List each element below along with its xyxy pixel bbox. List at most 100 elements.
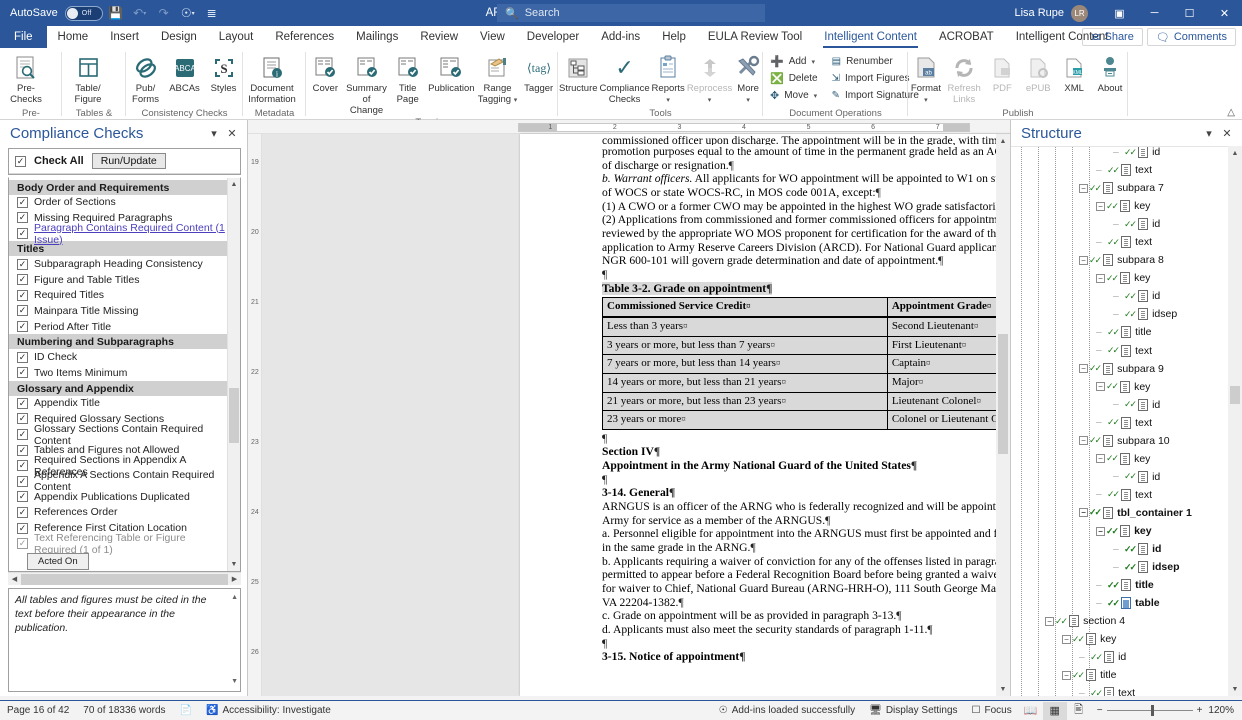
tree-node-key[interactable]: − ✓✓ key (1011, 378, 1228, 396)
check-subparagraph-heading-consistency[interactable]: ✓ Subparagraph Heading Consistency (9, 256, 227, 272)
collapse-icon[interactable]: − (1096, 201, 1105, 211)
checkbox[interactable]: ✓ (17, 538, 28, 550)
tree-node-id[interactable]: ─ ✓✓ id (1011, 648, 1228, 666)
summary-of-change-button[interactable]: Summary of Change (345, 51, 389, 116)
checkbox[interactable]: ✓ (17, 351, 28, 363)
tree-node-id[interactable]: ─ ✓✓ id (1011, 215, 1228, 233)
document-body[interactable]: commissioned officer upon discharge. The… (520, 134, 1010, 664)
publication-button[interactable]: Publication (427, 51, 476, 94)
compliance-hscrollbar[interactable]: ◀ ▶ (8, 572, 241, 585)
run-update-button[interactable]: Run/Update (91, 153, 166, 169)
vertical-ruler[interactable]: 19 20 21 22 23 24 25 26 (248, 134, 262, 696)
tree-node-id[interactable]: ─ ✓✓ id (1011, 468, 1228, 486)
zoom-out-button[interactable]: − (1097, 705, 1103, 716)
tree-node-key[interactable]: − ✓✓ key (1011, 630, 1228, 648)
collapse-icon[interactable]: − (1096, 526, 1105, 536)
collapse-icon[interactable]: − (1079, 364, 1088, 374)
tree-node-subpara-7[interactable]: − ✓✓ subpara 7 (1011, 179, 1228, 197)
tab-mailings[interactable]: Mailings (345, 26, 409, 48)
zoom-level-label[interactable]: 120% (1208, 705, 1242, 716)
range-tagging-button[interactable]: Range Tagging ▾ (476, 51, 520, 106)
addins-status[interactable]: ☉ Add-ins loaded successfully (712, 701, 862, 720)
structure-button[interactable]: Structure (558, 51, 599, 94)
focus-mode[interactable]: ☐ Focus (965, 701, 1019, 720)
table-figure-button[interactable]: Table/Figure (62, 51, 114, 105)
collapse-icon[interactable]: − (1079, 255, 1088, 265)
cover-button[interactable]: Cover (306, 51, 345, 94)
tree-node-text[interactable]: ─ ✓✓ text (1011, 684, 1228, 696)
maximize-button[interactable]: ☐ (1172, 0, 1207, 26)
tree-node-title[interactable]: − ✓✓ title (1011, 666, 1228, 684)
pane-options-icon[interactable]: ▾ (205, 127, 223, 140)
note-scroll-up-icon[interactable]: ▲ (231, 591, 238, 605)
checkbox[interactable]: ✓ (17, 228, 28, 240)
move-button[interactable]: ✥ Move ▾ (767, 87, 821, 104)
compliance-checks-list[interactable]: ✓ Mandated Review Due Date Body Order an… (8, 177, 241, 572)
proofing-status[interactable]: 📄 (173, 701, 199, 720)
zoom-thumb[interactable] (1150, 705, 1154, 716)
note-scroll-down-icon[interactable]: ▼ (231, 675, 238, 689)
checkbox[interactable]: ✓ (17, 506, 28, 518)
compliance-checks-button[interactable]: ✓ Compliance Checks (599, 51, 651, 106)
checkbox[interactable]: ✓ (17, 397, 28, 409)
document-page[interactable]: commissioned officer upon discharge. The… (520, 134, 1010, 696)
pane-close-icon[interactable]: ✕ (223, 127, 241, 140)
tree-node-subpara-8[interactable]: − ✓✓ subpara 8 (1011, 251, 1228, 269)
tree-node-key[interactable]: − ✓✓ key (1011, 522, 1228, 540)
tab-help[interactable]: Help (651, 26, 697, 48)
zoom-in-button[interactable]: + (1197, 705, 1203, 716)
tree-node-key[interactable]: − ✓✓ key (1011, 269, 1228, 287)
checkbox[interactable]: ✓ (17, 460, 28, 472)
checkbox[interactable]: ✓ (17, 289, 28, 301)
checkbox[interactable]: ✓ (17, 522, 28, 534)
tab-acrobat[interactable]: ACROBAT (928, 26, 1005, 48)
share-button[interactable]: ✉ Share (1082, 28, 1143, 46)
tree-node-title[interactable]: ─ ✓✓ title (1011, 323, 1228, 341)
format-button[interactable]: ab Format ▾ (908, 51, 944, 106)
collapse-icon[interactable]: − (1096, 382, 1105, 392)
tree-node-idsep[interactable]: ─ ✓✓ idsep (1011, 558, 1228, 576)
redo-icon[interactable]: ↷ (153, 2, 175, 24)
scroll-down-icon[interactable]: ▼ (228, 558, 240, 571)
comments-button[interactable]: 🗨 Comments (1146, 28, 1236, 46)
tab-add-ins[interactable]: Add-ins (590, 26, 651, 48)
checkbox[interactable]: ✓ (17, 258, 28, 270)
doc-scroll-thumb[interactable] (998, 334, 1008, 454)
structure-scroll-up-icon[interactable]: ▲ (1228, 146, 1242, 160)
compliance-list-scrollbar[interactable]: ▲ ▼ (227, 178, 240, 571)
document-information-button[interactable]: i Document Information (243, 51, 301, 105)
tab-intelligent-content[interactable]: Intelligent Content (813, 26, 928, 48)
pub-forms-button[interactable]: Pub/Forms (126, 51, 165, 105)
scroll-up-icon[interactable]: ▲ (228, 178, 240, 191)
close-button[interactable]: ✕ (1207, 0, 1242, 26)
checkbox[interactable]: ✓ (17, 475, 28, 487)
reports-button[interactable]: Reports ▾ (651, 51, 686, 106)
structure-pane-options-icon[interactable]: ▾ (1200, 127, 1218, 140)
tree-node-text[interactable]: ─ ✓✓ text (1011, 233, 1228, 251)
tree-node-id[interactable]: ─ ✓✓ id (1011, 396, 1228, 414)
collapse-ribbon-icon[interactable]: △ (1227, 107, 1235, 118)
horizontal-ruler[interactable]: 1 2 3 4 5 6 7 (248, 120, 1010, 134)
delete-button[interactable]: ❎ Delete (767, 70, 821, 87)
display-settings[interactable]: 🖥 Display Settings (862, 701, 964, 720)
grade-on-appointment-table[interactable]: Commissioned Service Credit¤ Appointment… (602, 297, 1010, 430)
structure-scrollbar[interactable]: ▲ ▼ (1228, 146, 1242, 696)
checkbox[interactable]: ✓ (17, 413, 28, 425)
touch-mode-icon[interactable]: ☉ ▾ (177, 2, 199, 24)
tab-view[interactable]: View (469, 26, 516, 48)
customize-qat-icon[interactable]: ≣ (201, 2, 223, 24)
checkbox[interactable]: ✓ (17, 196, 28, 208)
tree-node-text[interactable]: ─ ✓✓ text (1011, 342, 1228, 360)
tree-node-tbl-container-1[interactable]: − ✓✓ tbl_container 1 (1011, 504, 1228, 522)
tree-node-title[interactable]: ─ ✓✓ title (1011, 576, 1228, 594)
avatar[interactable]: LR (1071, 4, 1088, 22)
check-glossary-sections-contain-required-content[interactable]: ✓ Glossary Sections Contain Required Con… (9, 423, 227, 447)
hscroll-thumb[interactable] (21, 573, 228, 585)
scroll-left-icon[interactable]: ◀ (8, 575, 21, 583)
check-figure-and-table-titles[interactable]: ✓ Figure and Table Titles (9, 272, 227, 288)
add-button[interactable]: ➕ Add ▾ (767, 53, 821, 70)
tab-references[interactable]: References (264, 26, 345, 48)
tree-node-section-4[interactable]: − ✓✓ section 4 (1011, 612, 1228, 630)
accessibility-status[interactable]: ♿ Accessibility: Investigate (199, 701, 338, 720)
doc-scroll-up-icon[interactable]: ▲ (996, 134, 1010, 148)
